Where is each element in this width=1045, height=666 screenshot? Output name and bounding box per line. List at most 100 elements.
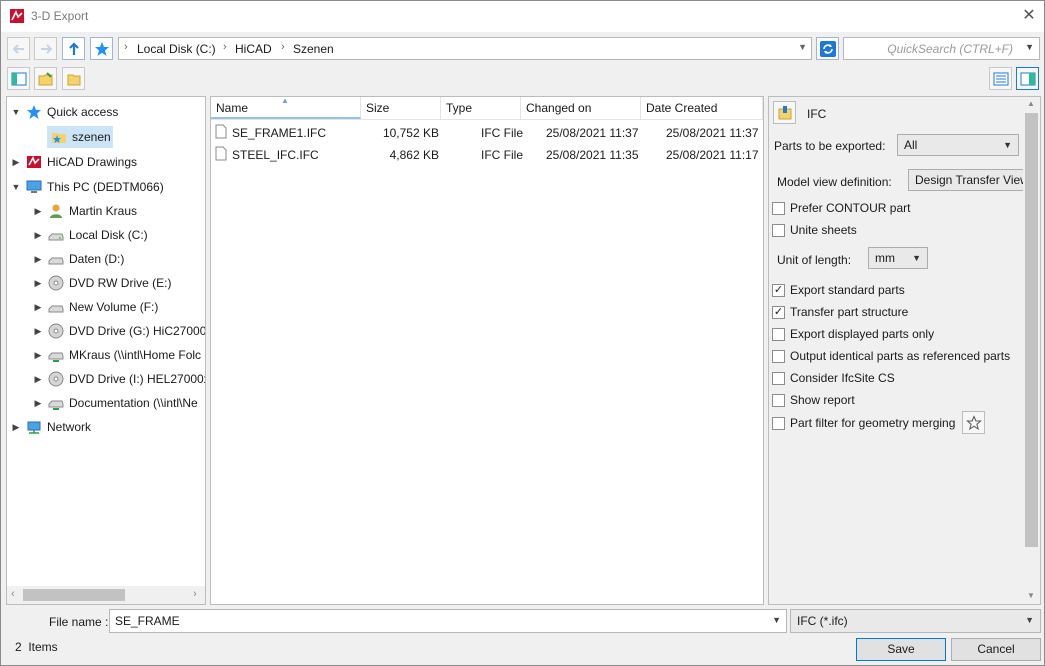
refresh-button[interactable] — [816, 37, 839, 60]
scrollbar-thumb[interactable] — [1025, 113, 1038, 547]
filename-value: SE_FRAME — [115, 614, 180, 628]
tree-item-dvd-rw-e[interactable]: ▶ DVD RW Drive (E:) — [31, 272, 171, 294]
cancel-button[interactable]: Cancel — [951, 638, 1041, 661]
tree-item-dvd-i[interactable]: ▶ DVD Drive (I:) HEL27000x — [31, 368, 205, 390]
show-report-row[interactable]: Show report — [772, 393, 855, 407]
drive-icon — [48, 305, 64, 313]
unite-sheets-row[interactable]: Unite sheets — [772, 223, 857, 237]
parts-select[interactable]: All ▼ — [897, 134, 1019, 156]
breadcrumb-item[interactable]: Szenen — [293, 42, 334, 56]
export-dialog: 3-D Export ✕ › Local Disk (C:) › HiCAD ›… — [0, 0, 1045, 666]
filename-label: File name : — [49, 615, 109, 629]
computer-icon — [26, 180, 42, 193]
column-header-created[interactable]: Date Created — [641, 97, 763, 119]
consider-ifcsite-checkbox[interactable] — [772, 371, 785, 385]
tree-item-this-pc[interactable]: ▼ This PC (DEDTM066) — [9, 176, 164, 198]
favorites-button[interactable] — [90, 37, 113, 60]
breadcrumb-item[interactable]: Local Disk (C:) — [137, 42, 216, 56]
chevron-down-icon[interactable]: ▼ — [1025, 42, 1034, 52]
tree-item-network[interactable]: ▶ Network — [9, 416, 91, 438]
up-folder-button[interactable] — [62, 37, 85, 60]
chevron-right-icon[interactable]: ▶ — [31, 254, 45, 265]
chevron-right-icon[interactable]: ▶ — [31, 374, 45, 385]
table-row[interactable]: SE_FRAME1.IFC 10,752 KB IFC File 25/08/2… — [211, 121, 763, 143]
toggle-tree-button[interactable] — [7, 67, 30, 90]
chevron-down-icon[interactable]: ▼ — [772, 615, 781, 625]
hicad-icon — [27, 156, 41, 168]
tree-item-hicad-drawings[interactable]: ▶ HiCAD Drawings — [9, 151, 138, 173]
scrollbar-thumb[interactable] — [23, 589, 125, 601]
tree-horizontal-scrollbar[interactable]: ‹ › — [7, 586, 205, 604]
quick-search-input[interactable]: QuickSearch (CTRL+F) ▼ — [843, 37, 1040, 60]
show-report-checkbox[interactable] — [772, 393, 785, 407]
chevron-right-icon[interactable]: ▶ — [31, 350, 45, 361]
column-header-size[interactable]: Size — [361, 97, 441, 119]
mvd-select[interactable]: Design Transfer View — [908, 169, 1024, 191]
column-header-changed[interactable]: Changed on — [521, 97, 641, 119]
prefer-contour-row[interactable]: Prefer CONTOUR part — [772, 201, 910, 215]
chevron-down-icon[interactable]: ▼ — [9, 182, 23, 192]
tree-item-szenen[interactable]: szenen — [47, 126, 113, 148]
network-drive-icon — [48, 400, 64, 410]
scroll-up-icon[interactable]: ▲ — [1027, 99, 1035, 108]
column-header-type[interactable]: Type — [441, 97, 521, 119]
consider-ifcsite-row[interactable]: Consider IfcSite CS — [772, 371, 895, 385]
chevron-right-icon[interactable]: ▶ — [31, 206, 45, 217]
toggle-options-button[interactable] — [1016, 67, 1039, 90]
mvd-value: Design Transfer View — [915, 173, 1024, 187]
table-row[interactable]: STEEL_IFC.IFC 4,862 KB IFC File 25/08/20… — [211, 143, 763, 165]
chevron-down-icon[interactable]: ▼ — [9, 107, 23, 117]
tree-item-daten-d[interactable]: ▶ Daten (D:) — [31, 248, 125, 270]
filename-input[interactable]: SE_FRAME ▼ — [109, 609, 787, 633]
chevron-right-icon[interactable]: ▶ — [9, 422, 23, 433]
tree-item-quick-access[interactable]: ▼ Quick access — [9, 101, 118, 123]
new-folder-button[interactable] — [34, 67, 57, 90]
folder-button[interactable] — [62, 67, 85, 90]
chevron-right-icon[interactable]: ▶ — [31, 278, 45, 289]
drive-icon — [48, 257, 64, 265]
export-displayed-checkbox[interactable] — [772, 327, 785, 341]
scroll-right-icon[interactable]: › — [193, 588, 197, 600]
export-displayed-row[interactable]: Export displayed parts only — [772, 327, 934, 341]
tree-item-label: HiCAD Drawings — [47, 155, 138, 169]
part-filter-checkbox[interactable] — [772, 416, 785, 430]
chevron-right-icon[interactable]: ▶ — [31, 326, 45, 337]
back-button[interactable] — [7, 37, 30, 60]
details-view-button[interactable] — [989, 67, 1012, 90]
forward-button[interactable] — [34, 37, 57, 60]
part-filter-row[interactable]: Part filter for geometry merging — [772, 416, 955, 430]
save-button[interactable]: Save — [856, 638, 946, 661]
unit-select[interactable]: mm ▼ — [868, 247, 928, 269]
tree-item-local-disk-c[interactable]: ▶ Local Disk (C:) — [31, 224, 148, 246]
output-identical-checkbox[interactable] — [772, 349, 785, 363]
tree-item-martin-kraus[interactable]: ▶ Martin Kraus — [31, 200, 137, 222]
chevron-right-icon[interactable]: ▶ — [31, 230, 45, 241]
transfer-structure-checkbox[interactable]: ✓ — [772, 305, 785, 319]
address-bar[interactable]: › Local Disk (C:) › HiCAD › Szenen ▼ — [118, 37, 812, 60]
chevron-right-icon[interactable]: ▶ — [31, 302, 45, 313]
tree-item-new-volume-f[interactable]: ▶ New Volume (F:) — [31, 296, 159, 318]
scroll-down-icon[interactable]: ▼ — [1027, 591, 1035, 600]
ifc-settings-button[interactable] — [773, 101, 796, 124]
tree-item-dvd-g[interactable]: ▶ DVD Drive (G:) HiC27000s — [31, 320, 205, 342]
tree-item-documentation[interactable]: ▶ Documentation (\\intl\Ne — [31, 392, 198, 414]
chevron-right-icon[interactable]: ▶ — [9, 157, 23, 168]
options-vertical-scrollbar[interactable]: ▲ ▼ — [1023, 97, 1040, 604]
close-button[interactable]: ✕ — [1017, 5, 1041, 27]
filetype-select[interactable]: IFC (*.ifc) ▼ — [790, 609, 1041, 633]
chevron-right-icon[interactable]: ▶ — [31, 398, 45, 409]
hicad-app-icon — [10, 9, 24, 23]
scroll-left-icon[interactable]: ‹ — [11, 588, 15, 600]
breadcrumb-item[interactable]: HiCAD — [235, 42, 272, 56]
tree-item-mkraus-home[interactable]: ▶ MKraus (\\intl\Home Folc — [31, 344, 201, 366]
prefer-contour-checkbox[interactable] — [772, 201, 785, 215]
export-standard-row[interactable]: ✓ Export standard parts — [772, 283, 905, 297]
chevron-down-icon[interactable]: ▼ — [798, 42, 807, 52]
file-size: 10,752 KB — [382, 126, 439, 140]
part-filter-favorites-button[interactable] — [962, 411, 985, 434]
export-standard-checkbox[interactable]: ✓ — [772, 283, 785, 297]
unite-sheets-checkbox[interactable] — [772, 223, 785, 237]
folder-icon — [67, 74, 80, 85]
output-identical-row[interactable]: Output identical parts as referenced par… — [772, 349, 1010, 363]
transfer-structure-row[interactable]: ✓ Transfer part structure — [772, 305, 908, 319]
